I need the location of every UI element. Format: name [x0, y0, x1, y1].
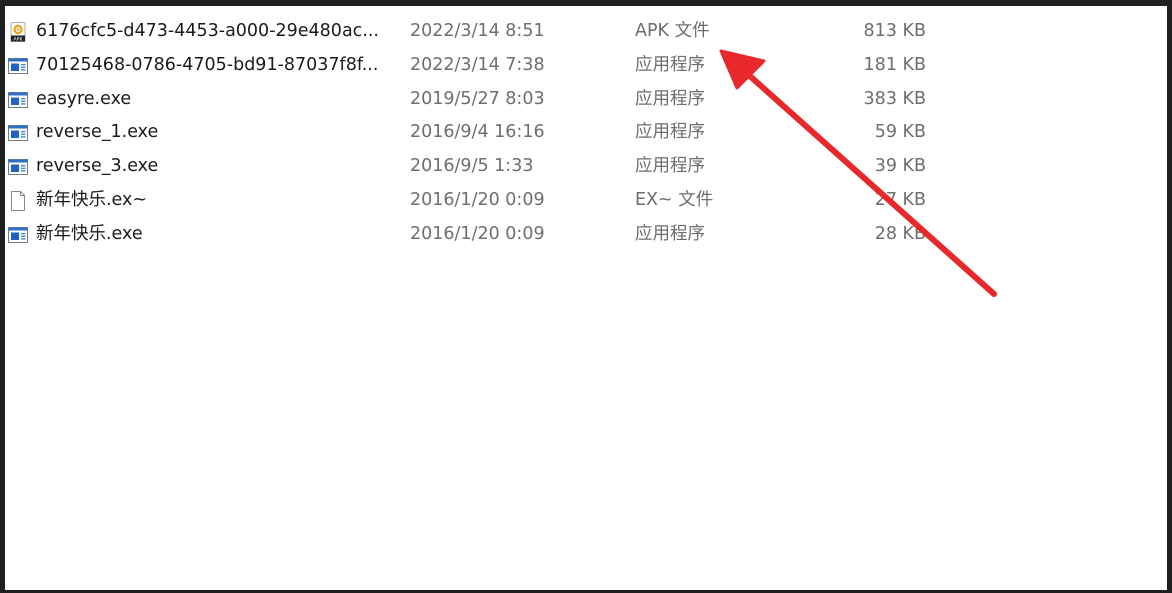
file-row[interactable]: easyre.exe 2019/5/27 8:03 应用程序 383 KB — [5, 83, 1167, 117]
file-date: 2016/1/20 0:09 — [410, 189, 545, 210]
file-date: 2019/5/27 8:03 — [410, 88, 545, 109]
file-type: EX~ 文件 — [635, 189, 714, 210]
exe-app-icon — [8, 125, 28, 142]
file-name[interactable]: reverse_3.exe — [36, 150, 158, 184]
file-date: 2022/3/14 7:38 — [410, 54, 545, 75]
file-size: 181 KB — [863, 54, 926, 75]
file-type: 应用程序 — [635, 156, 705, 177]
file-row[interactable]: 新年快乐.exe 2016/1/20 0:09 应用程序 28 KB — [5, 218, 1167, 252]
window-frame: APK 6176cfc5-d473-4453-a000-29e480ac... … — [0, 0, 1172, 593]
file-type: 应用程序 — [635, 122, 705, 143]
exe-app-icon — [8, 91, 28, 108]
exe-app-icon — [8, 159, 28, 176]
apk-file-icon: APK — [10, 22, 26, 42]
svg-text:APK: APK — [14, 36, 24, 42]
exe-app-icon — [8, 57, 28, 74]
file-name[interactable]: 6176cfc5-d473-4453-a000-29e480ac... — [36, 15, 379, 49]
file-row[interactable]: APK 6176cfc5-d473-4453-a000-29e480ac... … — [5, 15, 1167, 49]
file-date: 2016/9/5 1:33 — [410, 156, 534, 177]
file-list: APK 6176cfc5-d473-4453-a000-29e480ac... … — [5, 15, 1167, 252]
file-name[interactable]: reverse_1.exe — [36, 116, 158, 150]
file-date: 2022/3/14 8:51 — [410, 21, 545, 41]
file-row[interactable]: reverse_1.exe 2016/9/4 16:16 应用程序 59 KB — [5, 116, 1167, 150]
file-type: 应用程序 — [635, 223, 705, 244]
exe-app-icon — [8, 226, 28, 243]
file-size: 383 KB — [863, 88, 926, 109]
file-size: 28 KB — [874, 223, 926, 244]
file-row[interactable]: 新年快乐.ex~ 2016/1/20 0:09 EX~ 文件 27 KB — [5, 184, 1167, 218]
file-size: 813 KB — [863, 21, 926, 41]
blank-file-icon — [11, 190, 25, 211]
file-size: 27 KB — [874, 189, 926, 210]
file-date: 2016/1/20 0:09 — [410, 223, 545, 244]
file-row[interactable]: 70125468-0786-4705-bd91-87037f8f... 2022… — [5, 49, 1167, 83]
file-row[interactable]: reverse_3.exe 2016/9/5 1:33 应用程序 39 KB — [5, 150, 1167, 184]
file-date: 2016/9/4 16:16 — [410, 122, 545, 143]
file-size: 59 KB — [874, 122, 926, 143]
file-name[interactable]: 新年快乐.exe — [36, 218, 143, 252]
file-type: APK 文件 — [635, 21, 710, 41]
file-type: 应用程序 — [635, 54, 705, 75]
file-name[interactable]: 70125468-0786-4705-bd91-87037f8f... — [36, 49, 378, 83]
file-size: 39 KB — [874, 156, 926, 177]
file-list-pane[interactable]: APK 6176cfc5-d473-4453-a000-29e480ac... … — [5, 6, 1167, 590]
file-type: 应用程序 — [635, 88, 705, 109]
file-name[interactable]: easyre.exe — [36, 83, 131, 117]
file-name[interactable]: 新年快乐.ex~ — [36, 184, 147, 218]
